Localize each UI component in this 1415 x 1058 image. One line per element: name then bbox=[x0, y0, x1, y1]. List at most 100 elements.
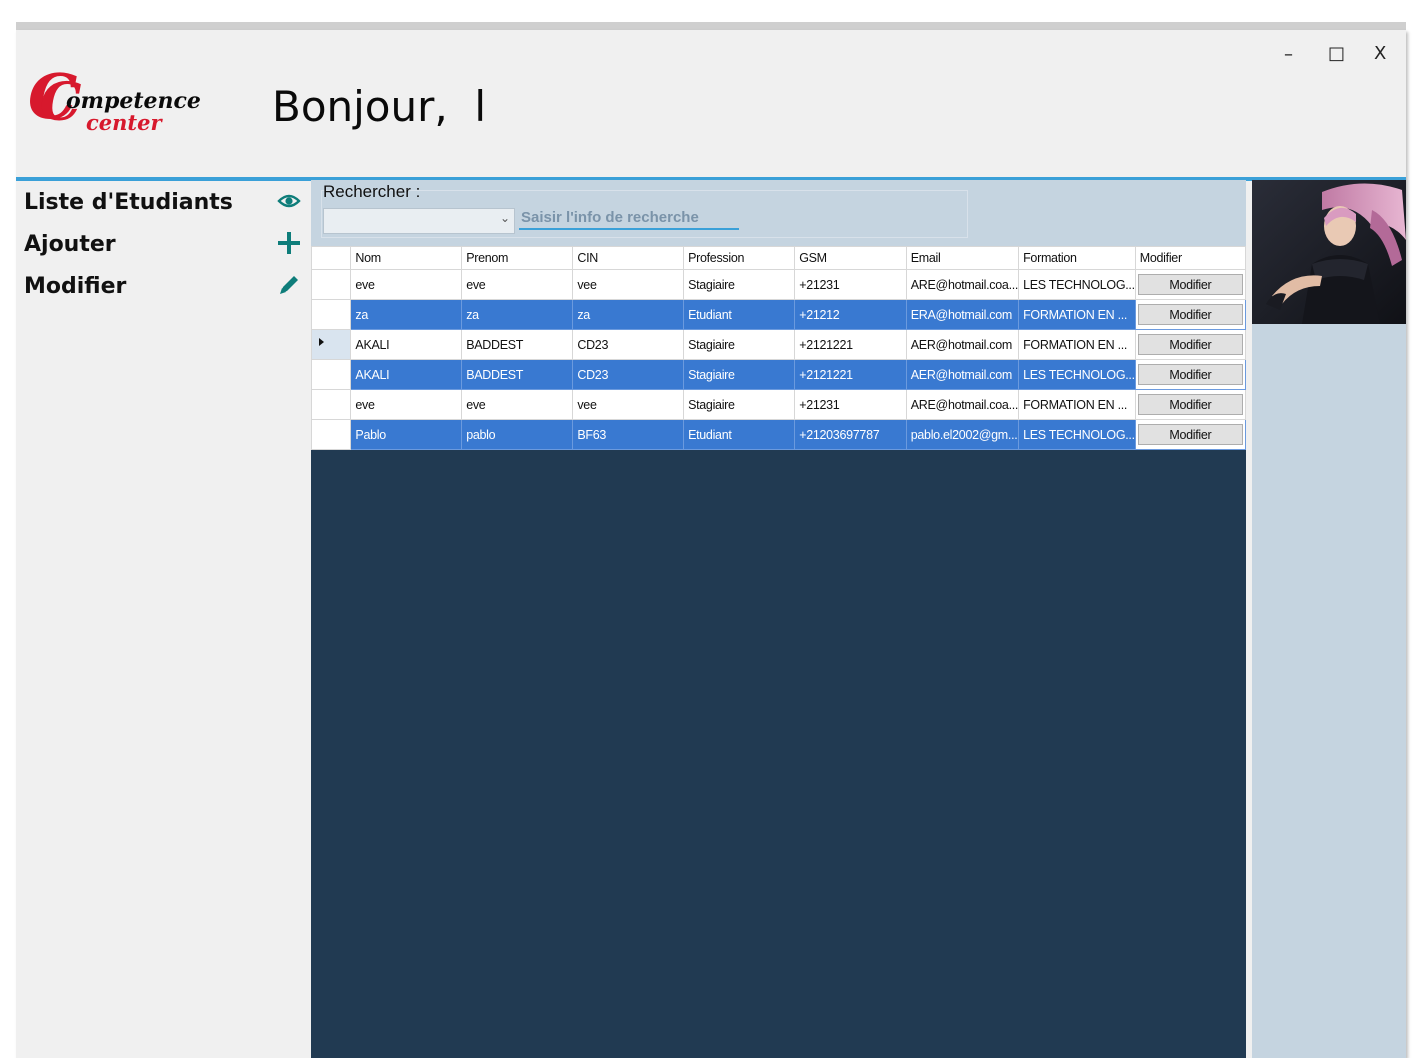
cell-nom[interactable]: Pablo bbox=[350, 419, 463, 450]
greeting-title: Bonjour, l bbox=[272, 82, 487, 131]
main-content: Rechercher : ⌄ Nom Prenom CIN Profession… bbox=[310, 180, 1247, 1058]
cell-cin[interactable]: BF63 bbox=[572, 419, 685, 450]
plus-icon bbox=[276, 230, 302, 256]
modifier-row-button[interactable]: Modifier bbox=[1137, 274, 1243, 295]
sidebar-item-label: Liste d'Etudiants bbox=[24, 190, 233, 215]
table-row[interactable]: Pablo pablo BF63 Etudiant +21203697787 p… bbox=[310, 419, 1247, 450]
chevron-down-icon: ⌄ bbox=[499, 211, 510, 225]
profile-panel bbox=[1252, 180, 1406, 1058]
column-header-cin[interactable]: CIN bbox=[572, 246, 685, 270]
cell-modifier: Modifier bbox=[1134, 329, 1247, 360]
cell-modifier: Modifier bbox=[1134, 269, 1247, 300]
cell-cin[interactable]: vee bbox=[572, 389, 685, 420]
cell-cin[interactable]: CD23 bbox=[572, 329, 685, 360]
row-header[interactable] bbox=[310, 389, 352, 420]
modifier-row-button[interactable]: Modifier bbox=[1137, 364, 1243, 385]
cell-profession[interactable]: Etudiant bbox=[683, 419, 796, 450]
cell-prenom[interactable]: eve bbox=[461, 269, 574, 300]
row-header[interactable] bbox=[310, 299, 352, 330]
cell-nom[interactable]: AKALI bbox=[350, 359, 463, 390]
cell-prenom[interactable]: za bbox=[461, 299, 574, 330]
eye-icon bbox=[276, 188, 302, 214]
sidebar-item-label: Ajouter bbox=[24, 232, 116, 257]
logo-initial-echo: C bbox=[40, 72, 82, 133]
column-header-formation[interactable]: Formation bbox=[1018, 246, 1136, 270]
table-row[interactable]: za za za Etudiant +21212 ERA@hotmail.com… bbox=[310, 299, 1247, 330]
close-button[interactable]: X bbox=[1374, 43, 1386, 64]
cell-gsm[interactable]: +21231 bbox=[794, 389, 907, 420]
cell-profession[interactable]: Stagiaire bbox=[683, 359, 796, 390]
cell-prenom[interactable]: BADDEST bbox=[461, 329, 574, 360]
maximize-button[interactable]: □ bbox=[1328, 43, 1345, 64]
cell-modifier: Modifier bbox=[1134, 389, 1247, 420]
cell-gsm[interactable]: +21231 bbox=[794, 269, 907, 300]
search-field-select[interactable]: ⌄ bbox=[323, 208, 515, 234]
modifier-row-button[interactable]: Modifier bbox=[1137, 424, 1243, 445]
cell-email[interactable]: AER@hotmail.com bbox=[905, 329, 1020, 360]
sidebar-item-liste-etudiants[interactable]: Liste d'Etudiants bbox=[24, 186, 304, 220]
cell-prenom[interactable]: eve bbox=[461, 389, 574, 420]
avatar[interactable] bbox=[1252, 180, 1406, 324]
table-row[interactable]: AKALI BADDEST CD23 Stagiaire +2121221 AE… bbox=[310, 329, 1247, 360]
cell-prenom[interactable]: BADDEST bbox=[461, 359, 574, 390]
cell-gsm[interactable]: +21212 bbox=[794, 299, 907, 330]
row-header[interactable] bbox=[310, 269, 352, 300]
row-header[interactable] bbox=[310, 359, 352, 390]
cell-formation[interactable]: FORMATION EN ... bbox=[1018, 329, 1136, 360]
row-header[interactable] bbox=[310, 329, 352, 360]
minimize-button[interactable]: – bbox=[1284, 44, 1293, 65]
cell-formation[interactable]: LES TECHNOLOG... bbox=[1018, 359, 1136, 390]
search-input[interactable] bbox=[519, 206, 739, 230]
cell-email[interactable]: ARE@hotmail.coa... bbox=[905, 389, 1020, 420]
cell-nom[interactable]: za bbox=[350, 299, 463, 330]
logo-word-center: center bbox=[86, 110, 162, 135]
cell-formation[interactable]: FORMATION EN ... bbox=[1018, 389, 1136, 420]
cell-formation[interactable]: LES TECHNOLOG... bbox=[1018, 419, 1136, 450]
cell-gsm[interactable]: +21203697787 bbox=[794, 419, 907, 450]
cell-profession[interactable]: Etudiant bbox=[683, 299, 796, 330]
modifier-row-button[interactable]: Modifier bbox=[1137, 304, 1243, 325]
pencil-icon bbox=[276, 272, 302, 298]
cell-modifier: Modifier bbox=[1134, 359, 1247, 390]
column-header-gsm[interactable]: GSM bbox=[794, 246, 907, 270]
cell-profession[interactable]: Stagiaire bbox=[683, 269, 796, 300]
cell-email[interactable]: ARE@hotmail.coa... bbox=[905, 269, 1020, 300]
table-row[interactable]: AKALI BADDEST CD23 Stagiaire +2121221 AE… bbox=[310, 359, 1247, 390]
cell-modifier: Modifier bbox=[1134, 419, 1247, 450]
modifier-row-button[interactable]: Modifier bbox=[1137, 334, 1243, 355]
cell-nom[interactable]: eve bbox=[350, 269, 463, 300]
sidebar-item-ajouter[interactable]: Ajouter bbox=[24, 228, 304, 262]
modifier-row-button[interactable]: Modifier bbox=[1137, 394, 1243, 415]
column-header-profession[interactable]: Profession bbox=[683, 246, 796, 270]
cell-nom[interactable]: AKALI bbox=[350, 329, 463, 360]
sidebar-item-modifier[interactable]: Modifier bbox=[24, 270, 304, 304]
cell-gsm[interactable]: +2121221 bbox=[794, 329, 907, 360]
cell-email[interactable]: AER@hotmail.com bbox=[905, 359, 1020, 390]
cell-formation[interactable]: FORMATION EN ... bbox=[1018, 299, 1136, 330]
row-header[interactable] bbox=[310, 419, 352, 450]
cell-cin[interactable]: vee bbox=[572, 269, 685, 300]
column-header-nom[interactable]: Nom bbox=[350, 246, 463, 270]
table-row[interactable]: eve eve vee Stagiaire +21231 ARE@hotmail… bbox=[310, 389, 1247, 420]
cell-email[interactable]: pablo.el2002@gm... bbox=[905, 419, 1020, 450]
column-header-prenom[interactable]: Prenom bbox=[461, 246, 574, 270]
sidebar-item-label: Modifier bbox=[24, 274, 127, 299]
cell-profession[interactable]: Stagiaire bbox=[683, 329, 796, 360]
cell-cin[interactable]: za bbox=[572, 299, 685, 330]
cell-formation[interactable]: LES TECHNOLOG... bbox=[1018, 269, 1136, 300]
search-panel: Rechercher : ⌄ bbox=[311, 180, 1246, 246]
cell-profession[interactable]: Stagiaire bbox=[683, 389, 796, 420]
cell-email[interactable]: ERA@hotmail.com bbox=[905, 299, 1020, 330]
cell-prenom[interactable]: pablo bbox=[461, 419, 574, 450]
cell-cin[interactable]: CD23 bbox=[572, 359, 685, 390]
window-top-border bbox=[16, 22, 1406, 30]
cell-nom[interactable]: eve bbox=[350, 389, 463, 420]
table-row[interactable]: eve eve vee Stagiaire +21231 ARE@hotmail… bbox=[310, 269, 1247, 300]
column-header-email[interactable]: Email bbox=[905, 246, 1020, 270]
search-label: Rechercher : bbox=[323, 182, 421, 201]
cell-modifier: Modifier bbox=[1134, 299, 1247, 330]
cell-gsm[interactable]: +2121221 bbox=[794, 359, 907, 390]
row-header-corner bbox=[310, 246, 352, 270]
column-header-modifier[interactable]: Modifier bbox=[1134, 246, 1247, 270]
students-table: Nom Prenom CIN Profession GSM Email Form… bbox=[310, 246, 1247, 450]
